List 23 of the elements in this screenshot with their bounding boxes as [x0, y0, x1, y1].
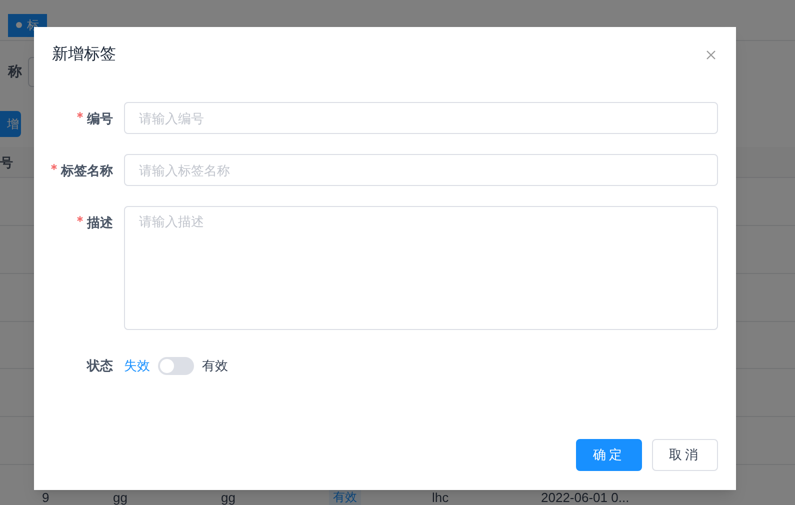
add-button[interactable]: 增 — [0, 110, 21, 137]
field-label: 描述 — [87, 216, 113, 229]
table-cell-text: gg — [221, 489, 236, 505]
table-cell-text: gg — [113, 489, 128, 505]
input-field[interactable]: 请输入描述 — [124, 206, 718, 330]
table-cell-text: 2022-06-01 0... — [541, 489, 630, 505]
input-field[interactable]: 请输入编号 — [124, 102, 718, 134]
switch-off-label: 失效 — [124, 357, 150, 375]
field-label: 标签名称 — [61, 164, 113, 177]
input-field[interactable]: 请输入标签名称 — [124, 154, 718, 186]
field-label: 状态 — [85, 357, 113, 375]
filter-label: 称 — [8, 62, 22, 82]
switch-knob — [160, 358, 174, 373]
status-switch[interactable] — [158, 356, 194, 375]
dialog-title: 新增标签 — [52, 44, 116, 65]
table-cell-text: lhc — [432, 489, 450, 505]
switch-on-label: 有效 — [202, 357, 228, 375]
field-label: 编号 — [87, 112, 113, 125]
close-icon[interactable] — [706, 50, 716, 60]
column-header: 号 — [0, 154, 13, 172]
confirm-button[interactable]: 确定 — [576, 439, 642, 471]
cancel-button[interactable]: 取消 — [652, 439, 718, 471]
table-cell-text: 9 — [41, 489, 50, 505]
